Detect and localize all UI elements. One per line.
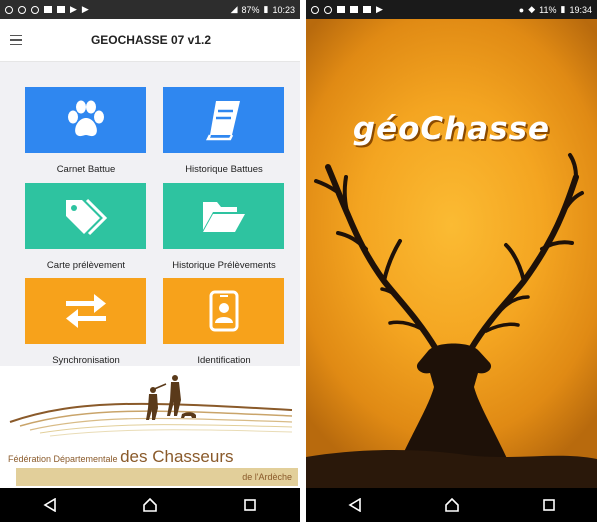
back-triangle-icon	[43, 498, 56, 512]
paw-icon	[67, 100, 104, 137]
home-button[interactable]	[130, 488, 170, 522]
signal-icon: ◢	[230, 4, 238, 14]
android-nav-bar	[306, 488, 597, 522]
play-icon: ▶	[81, 4, 89, 14]
right-phone-screen: ▶ ● ◆ 11% ▮ 19:34 géoChasse	[306, 0, 597, 522]
tile-label: Carte prélèvement	[46, 260, 126, 271]
notification-icon	[324, 5, 332, 14]
tile-label: Historique Prélèvements	[172, 260, 276, 271]
tile-label: Identification	[197, 355, 251, 366]
deer-silhouette-image	[306, 153, 597, 488]
menu-grid: Carnet Battue Historique Battues Carte p…	[0, 62, 300, 366]
app-title: GEOCHASSE 07 v1.2	[90, 33, 212, 47]
battery-icon: ▮	[560, 4, 566, 14]
home-icon	[444, 497, 459, 512]
status-time: 19:34	[569, 4, 592, 15]
back-button[interactable]	[30, 488, 70, 522]
brand-logo-text: géoChasse	[352, 111, 551, 147]
sync-arrows-icon	[65, 294, 106, 328]
notification-icon	[31, 5, 39, 14]
android-nav-bar	[0, 488, 300, 522]
notification-icons: ▶	[311, 4, 383, 15]
recents-button[interactable]	[529, 488, 569, 522]
federation-name: Fédération Départementale des Chasseurs	[8, 447, 298, 467]
federation-prefix: Fédération Départementale	[8, 454, 118, 464]
id-badge-icon	[209, 290, 238, 332]
tile-label: Historique Battues	[185, 164, 263, 175]
book-icon	[205, 101, 240, 141]
notification-icon	[44, 6, 52, 13]
recents-square-icon	[244, 499, 256, 511]
wifi-icon: ◆	[528, 4, 536, 14]
folder-icon	[202, 202, 245, 232]
notification-icon	[57, 6, 65, 13]
tile-carnet-battue[interactable]	[25, 87, 146, 153]
status-time: 10:23	[272, 4, 295, 15]
tile-historique-prelevements[interactable]	[163, 183, 284, 249]
hunters-landscape-image	[9, 375, 293, 437]
notification-icons: ▶ ▶	[5, 4, 89, 15]
tags-icon	[65, 198, 107, 236]
battery-percent: 87%	[241, 4, 260, 15]
splash-background: géoChasse	[306, 19, 597, 488]
battery-icon: ▮	[263, 4, 269, 14]
tile-synchronisation[interactable]	[25, 278, 146, 344]
status-bar: ▶ ▶ ◢ 87% ▮ 10:23	[0, 0, 300, 19]
location-icon: ●	[518, 4, 525, 15]
tile-historique-battues[interactable]	[163, 87, 284, 153]
status-bar: ▶ ● ◆ 11% ▮ 19:34	[306, 0, 597, 19]
app-bar: GEOCHASSE 07 v1.2	[0, 19, 300, 62]
battery-percent: 11%	[539, 4, 557, 15]
notification-icon	[311, 5, 319, 14]
tile-carte-prelevement[interactable]	[25, 183, 146, 249]
play-icon: ▶	[70, 4, 77, 14]
notification-icon	[5, 5, 13, 14]
tile-label: Synchronisation	[52, 355, 120, 366]
tile-identification[interactable]	[163, 278, 284, 344]
play-icon: ▶	[376, 4, 383, 14]
notification-icon	[363, 6, 371, 13]
home-icon	[143, 497, 157, 512]
menu-icon[interactable]	[10, 34, 22, 46]
home-button[interactable]	[432, 488, 472, 522]
back-button[interactable]	[335, 488, 375, 522]
left-phone-screen: ▶ ▶ ◢ 87% ▮ 10:23 GEOCHASSE 07 v1.2 Carn…	[0, 0, 300, 522]
back-triangle-icon	[347, 498, 361, 512]
recents-button[interactable]	[230, 488, 270, 522]
recents-square-icon	[542, 499, 555, 511]
notification-icon	[337, 6, 345, 13]
notification-icon	[18, 5, 26, 14]
federation-region: de l'Ardèche	[16, 468, 298, 486]
notification-icon	[350, 6, 358, 13]
tile-label: Carnet Battue	[56, 164, 116, 175]
federation-title: des Chasseurs	[120, 447, 234, 466]
